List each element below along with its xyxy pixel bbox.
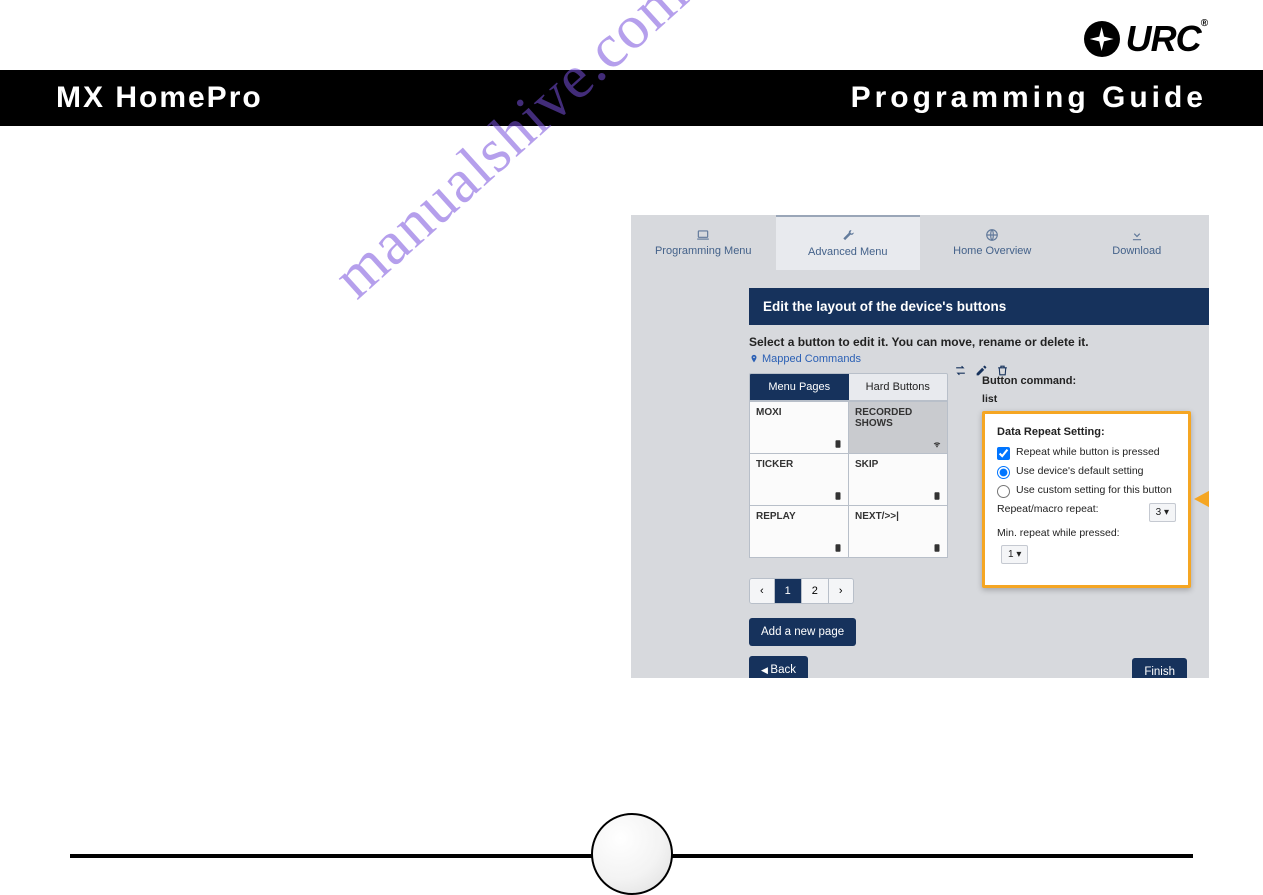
device-icon [833,491,843,501]
button-command-label: Button command: [982,375,1191,387]
header-title-left: MX HomePro [56,81,263,115]
use-custom-label: Use custom setting for this button [1016,484,1172,498]
grid-button[interactable]: SKIP [849,454,948,506]
back-button[interactable]: ◀ Back [749,656,808,678]
add-page-button[interactable]: Add a new page [749,618,856,646]
panel-title: Edit the layout of the device's buttons [749,288,1209,325]
finish-button[interactable]: Finish [1132,658,1187,678]
tab-advanced-menu[interactable]: Advanced Menu [776,215,921,270]
repeat-macro-label: Repeat/macro repeat: [997,503,1099,517]
repeat-macro-select[interactable]: 3 ▾ [1149,503,1176,522]
pagination: ‹ 1 2 › [749,578,854,604]
pager-prev[interactable]: ‹ [750,579,775,603]
edit-icon[interactable] [975,364,988,382]
tab-programming-menu[interactable]: Programming Menu [631,215,776,270]
min-repeat-select[interactable]: 1 ▾ [1001,545,1028,564]
device-icon [833,439,843,449]
grid-button[interactable]: TICKER [750,454,849,506]
tab-label: Home Overview [953,245,1031,257]
use-default-radio[interactable] [997,466,1010,479]
header-bar: MX HomePro Programming Guide [0,70,1263,126]
tab-label: Advanced Menu [808,246,888,258]
data-repeat-panel: Data Repeat Setting: Repeat while button… [982,411,1191,588]
pager-page-1[interactable]: 1 [775,579,802,603]
grid-button[interactable]: REPLAY [750,506,849,558]
main-nav-tabs: Programming Menu Advanced Menu Home Over… [631,215,1209,270]
laptop-icon [696,228,710,242]
brand-logo-mark [1084,21,1120,57]
min-repeat-label: Min. repeat while pressed: [997,527,1120,541]
page-footer [70,830,1193,880]
wifi-icon [932,439,942,449]
header-title-right: Programming Guide [851,81,1207,115]
device-icon [932,543,942,553]
tab-download[interactable]: Download [1065,215,1210,270]
device-icon [932,491,942,501]
repeat-panel-header: Data Repeat Setting: [997,426,1176,438]
button-command-sub: list [982,393,1191,405]
instruction-text: Select a button to edit it. You can move… [749,335,1191,349]
brand-logo: URC® [1084,18,1207,60]
button-mode-tabs: Menu Pages Hard Buttons [749,373,948,401]
use-custom-radio[interactable] [997,485,1010,498]
pager-next[interactable]: › [829,579,853,603]
repeat-while-pressed-checkbox[interactable] [997,447,1010,460]
page-number-circle [591,813,673,895]
repeat-checkbox-label: Repeat while button is pressed [1016,446,1160,460]
tab-menu-pages[interactable]: Menu Pages [750,374,849,400]
globe-icon [985,228,999,242]
grid-button[interactable]: NEXT/>>| [849,506,948,558]
tab-label: Download [1112,245,1161,257]
tab-label: Programming Menu [655,245,752,257]
swap-icon[interactable] [954,364,967,382]
use-default-label: Use device's default setting [1016,465,1144,479]
callout-arrow-icon [1194,488,1209,510]
pin-icon [749,354,759,364]
wrench-icon [841,229,855,243]
device-icon [833,543,843,553]
app-screenshot: Programming Menu Advanced Menu Home Over… [631,215,1209,678]
grid-button-selected[interactable]: RECORDED SHOWS [849,402,948,454]
action-toolbar [954,364,1009,382]
download-icon [1130,228,1144,242]
tab-home-overview[interactable]: Home Overview [920,215,1065,270]
pager-page-2[interactable]: 2 [802,579,829,603]
grid-button[interactable]: MOXI [750,402,849,454]
trash-icon[interactable] [996,364,1009,382]
button-grid: MOXI RECORDED SHOWS TICKER SKIP [749,401,948,558]
tab-hard-buttons[interactable]: Hard Buttons [849,374,948,400]
brand-logo-text: URC® [1126,18,1207,60]
